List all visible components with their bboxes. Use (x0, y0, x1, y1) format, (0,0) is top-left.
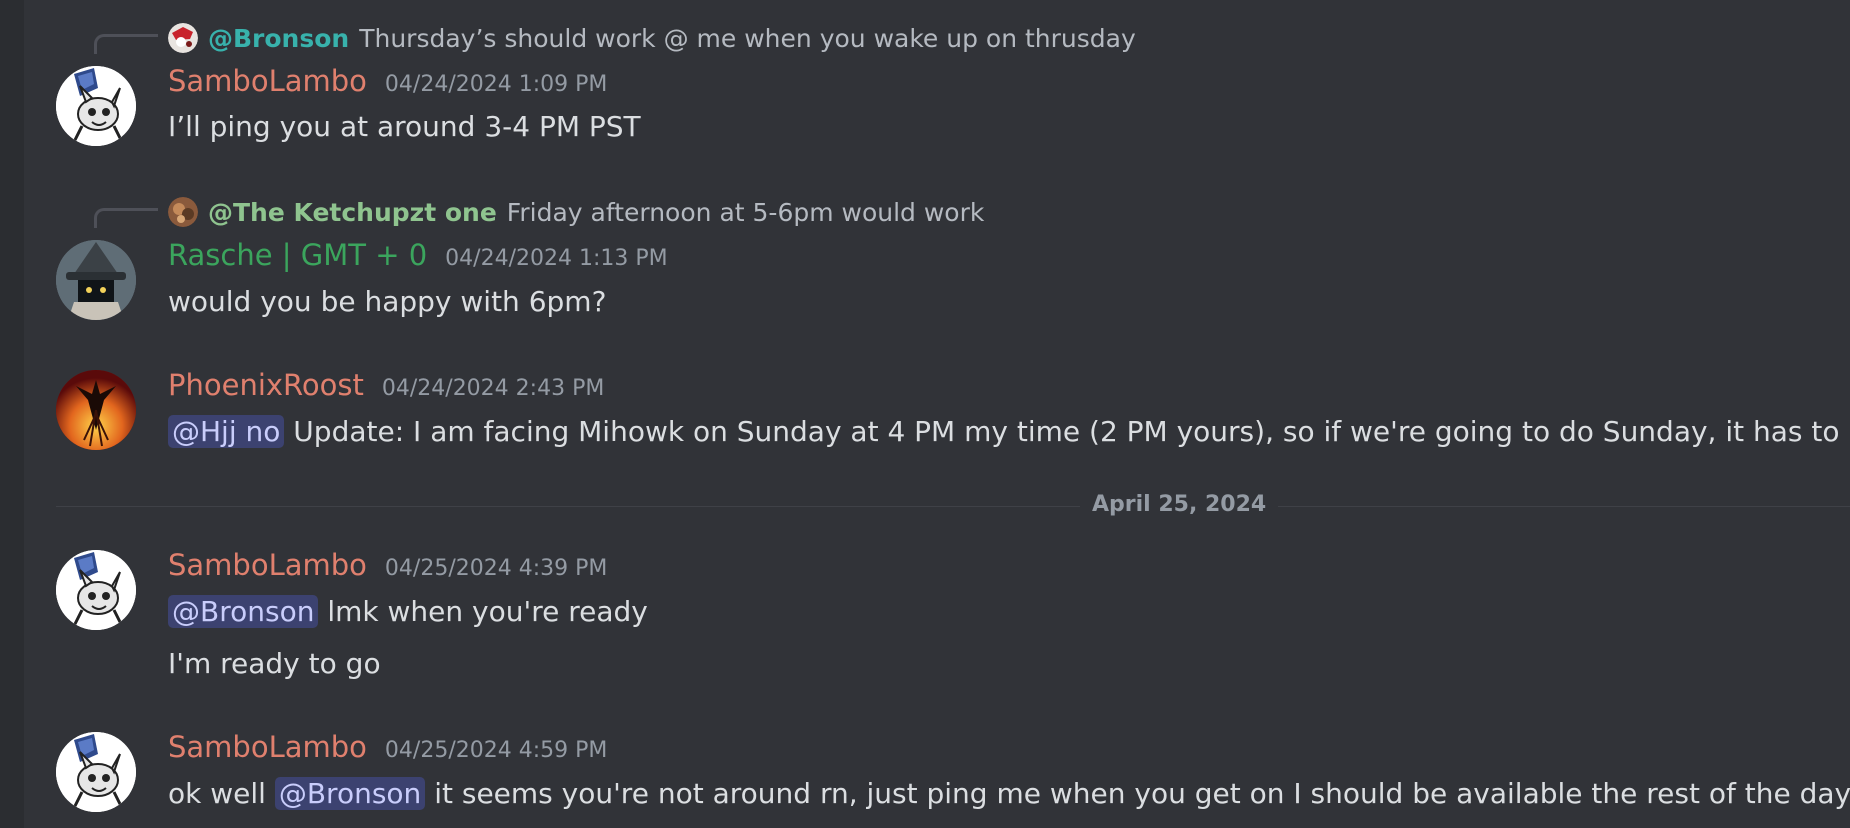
username[interactable]: SamboLambo (168, 548, 367, 582)
timestamp[interactable]: 04/24/2024 1:09 PM (385, 72, 607, 97)
sambolambo-avatar-icon[interactable] (56, 550, 136, 630)
username[interactable]: PhoenixRoost (168, 368, 364, 402)
message-header: SamboLambo 04/24/2024 1:09 PM (168, 64, 607, 104)
message-header: Rasche | GMT + 0 04/24/2024 1:13 PM (168, 238, 668, 278)
reply-preview[interactable]: @Bronson Thursday’s should work @ me whe… (168, 20, 1136, 56)
reply-spine (94, 34, 158, 54)
message-body: ok well @Bronson it seems you're not aro… (168, 774, 1850, 814)
message-prefix: ok well (168, 777, 266, 810)
message-header: PhoenixRoost 04/24/2024 2:43 PM (168, 368, 604, 408)
message-body: @Hjj no Update: I am facing Mihowk on Su… (168, 412, 1850, 452)
reply-mention[interactable]: @The Ketchupzt one (208, 198, 497, 227)
timestamp[interactable]: 04/25/2024 4:59 PM (385, 738, 607, 763)
chat-view: @Bronson Thursday’s should work @ me whe… (0, 0, 1850, 828)
date-divider-label: April 25, 2024 (1080, 492, 1279, 517)
timestamp[interactable]: 04/25/2024 4:39 PM (385, 556, 607, 581)
timestamp[interactable]: 04/24/2024 1:13 PM (445, 246, 667, 271)
mention-pill[interactable]: @Bronson (274, 777, 426, 810)
reply-preview[interactable]: @The Ketchupzt one Friday afternoon at 5… (168, 194, 984, 230)
message-text: I'm ready to go (168, 647, 381, 680)
username[interactable]: Rasche | GMT + 0 (168, 238, 427, 272)
message-text: it seems you're not around rn, just ping… (434, 777, 1850, 810)
message-header: SamboLambo 04/25/2024 4:39 PM (168, 548, 607, 588)
ketchupzt-avatar-icon (168, 197, 198, 227)
bronson-avatar-icon (168, 23, 198, 53)
channel-gutter (0, 0, 24, 828)
sambolambo-avatar-icon[interactable] (56, 66, 136, 146)
date-divider-line (56, 506, 1850, 507)
username[interactable]: SamboLambo (168, 64, 367, 98)
mention-pill[interactable]: @Hjj no (168, 415, 285, 448)
reply-spine (94, 208, 158, 228)
mention-pill[interactable]: @Bronson (168, 595, 319, 628)
message-text: would you be happy with 6pm? (168, 285, 607, 318)
rasche-avatar-icon[interactable] (56, 240, 136, 320)
message-text: Update: I am facing Mihowk on Sunday at … (293, 415, 1850, 448)
message-body: @Bronson lmk when you're ready (168, 592, 648, 632)
message-text: lmk when you're ready (327, 595, 648, 628)
timestamp[interactable]: 04/24/2024 2:43 PM (382, 376, 604, 401)
username[interactable]: SamboLambo (168, 730, 367, 764)
message-text: I’ll ping you at around 3-4 PM PST (168, 110, 641, 143)
sambolambo-avatar-icon[interactable] (56, 732, 136, 812)
reply-text[interactable]: Friday afternoon at 5-6pm would work (507, 198, 985, 227)
reply-text[interactable]: Thursday’s should work @ me when you wak… (359, 24, 1136, 53)
phoenix-avatar-icon[interactable] (56, 370, 136, 450)
message-header: SamboLambo 04/25/2024 4:59 PM (168, 730, 607, 770)
reply-mention[interactable]: @Bronson (208, 24, 349, 53)
